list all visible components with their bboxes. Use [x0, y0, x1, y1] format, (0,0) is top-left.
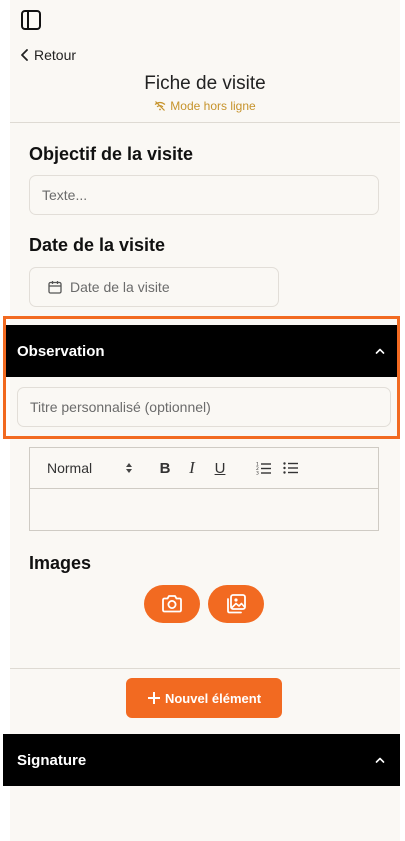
date-picker[interactable]: Date de la visite: [29, 267, 279, 307]
objective-label: Objectif de la visite: [29, 144, 194, 164]
calendar-icon: [48, 281, 62, 294]
images-label: Images: [29, 553, 92, 573]
chevron-left-icon: [21, 49, 28, 61]
page-title: Fiche de visite: [144, 73, 266, 94]
sidebar-toggle-button[interactable]: [20, 9, 42, 31]
bold-label: B: [159, 459, 171, 477]
objective-input[interactable]: Texte...: [29, 175, 379, 215]
wifi-off-icon: [154, 101, 166, 111]
offline-label: Mode hors ligne: [170, 99, 256, 113]
date-placeholder: Date de la visite: [70, 279, 170, 295]
custom-title-placeholder: Titre personnalisé (optionnel): [30, 399, 211, 415]
format-select-value: Normal: [47, 460, 93, 476]
chevron-up-icon: [375, 757, 385, 763]
back-link[interactable]: Retour: [20, 47, 76, 63]
format-select[interactable]: Normal: [47, 460, 133, 476]
camera-button[interactable]: [144, 585, 200, 623]
ordered-list-icon: 1 2 3: [256, 462, 271, 476]
editor-toolbar: Normal B I U 1 2 3: [30, 448, 378, 489]
plus-icon: [147, 692, 160, 704]
bullet-list-icon: [283, 462, 298, 474]
custom-title-input[interactable]: Titre personnalisé (optionnel): [17, 387, 391, 427]
observation-section-header[interactable]: Observation: [3, 325, 400, 377]
date-label: Date de la visite: [29, 235, 166, 255]
camera-icon: [162, 595, 182, 613]
header-divider: [10, 122, 400, 123]
underline-button[interactable]: U: [212, 458, 228, 478]
svg-text:3: 3: [256, 471, 259, 476]
offline-status: Mode hors ligne: [10, 99, 400, 113]
observation-editor: Normal B I U 1 2 3: [29, 447, 379, 531]
italic-label: I: [189, 458, 195, 477]
observation-title: Observation: [17, 342, 105, 360]
signature-title: Signature: [17, 751, 87, 769]
gallery-button[interactable]: [208, 585, 264, 623]
image-gallery-icon: [227, 594, 246, 614]
sidebar-toggle-icon: [21, 10, 41, 30]
section-divider: [10, 668, 400, 669]
new-element-button[interactable]: Nouvel élément: [126, 678, 282, 718]
bold-button[interactable]: B: [158, 458, 172, 478]
objective-placeholder: Texte...: [42, 187, 88, 203]
ordered-list-button[interactable]: 1 2 3: [256, 458, 272, 478]
select-arrows-icon: [126, 463, 132, 473]
editor-content-area[interactable]: [30, 490, 378, 530]
chevron-up-icon: [375, 348, 385, 354]
new-element-label: Nouvel élément: [164, 690, 262, 706]
underline-label: U: [214, 459, 226, 477]
bullet-list-button[interactable]: [283, 458, 299, 478]
italic-button[interactable]: I: [185, 458, 199, 478]
signature-section-header[interactable]: Signature: [3, 734, 400, 786]
back-label: Retour: [34, 47, 77, 63]
visit-form-page: Retour Fiche de visite Mode hors ligne O…: [3, 0, 400, 841]
